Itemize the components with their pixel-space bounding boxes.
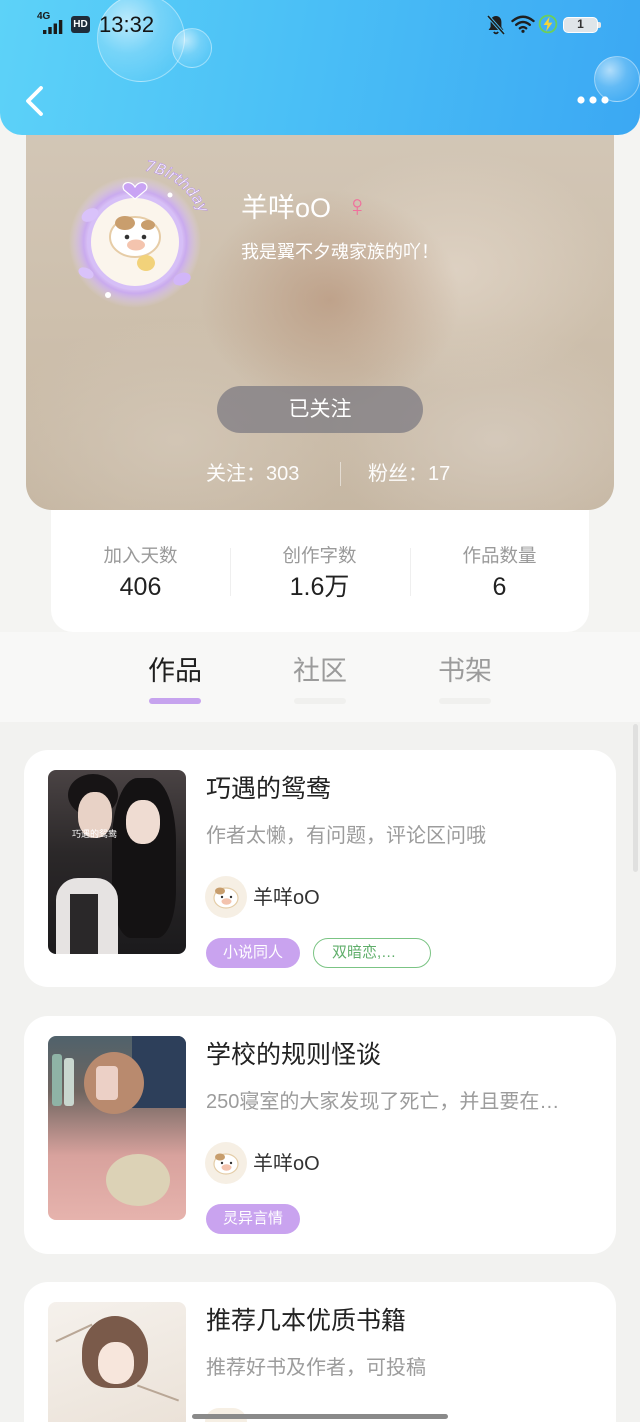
tag: 小说同人 <box>206 938 300 968</box>
user-bio: 我是翼不夕魂家族的吖！ <box>241 242 439 262</box>
tab-bookshelf[interactable]: 书架 <box>415 652 515 690</box>
stat-label: 加入天数 <box>103 545 178 566</box>
profile-page: 4G HD 13:32 1 7Birthday 羊咩oO ♀ 我是翼不夕魂家族的… <box>0 0 640 1422</box>
stat-join-days: 加入天数 406 <box>51 505 230 632</box>
hd-icon: HD <box>71 16 90 33</box>
work-card[interactable]: 巧遇的鸳鸯 巧遇的鸳鸯 作者太懒，有问题，评论区问哦 羊咩oO 小说同人 双暗恋… <box>24 750 616 987</box>
more-options-button[interactable] <box>574 92 612 108</box>
work-title: 推荐几本优质书籍 <box>206 1307 407 1335</box>
stat-label: 创作字数 <box>282 545 357 566</box>
chevron-left-icon <box>26 86 43 116</box>
stat-value: 1.6万 <box>289 573 350 601</box>
work-cover-image <box>48 1302 186 1422</box>
stats-card: 加入天数 406 创作字数 1.6万 作品数量 6 <box>51 505 589 632</box>
following-status-button[interactable]: 已关注 <box>217 386 423 433</box>
stat-word-count: 创作字数 1.6万 <box>230 505 409 632</box>
bell-off-icon <box>486 14 506 36</box>
tab-indicator <box>149 698 201 704</box>
tag: 双暗恋,… <box>313 938 431 968</box>
cover-shape <box>98 1342 134 1384</box>
battery-tip <box>598 22 601 28</box>
stat-value: 6 <box>492 573 507 601</box>
stat-value: 406 <box>119 573 162 601</box>
charging-icon <box>538 14 558 34</box>
profile-card: 7Birthday 羊咩oO ♀ 我是翼不夕魂家族的吖！ 已关注 关注：303 … <box>26 110 614 510</box>
work-card[interactable]: 学校的规则怪谈 250寝室的大家发现了死亡，并且要在… 羊咩oO 灵异言情 <box>24 1016 616 1254</box>
fans-count[interactable]: 粉丝：17 <box>368 462 450 486</box>
cover-shape <box>106 1154 170 1206</box>
clock: 13:32 <box>99 12 155 37</box>
work-description: 作者太懒，有问题，评论区问哦 <box>206 825 486 847</box>
stat-label: 作品数量 <box>462 545 537 566</box>
work-cover-image: 巧遇的鸳鸯 <box>48 770 186 954</box>
author-name[interactable]: 羊咩oO <box>253 1150 320 1178</box>
tag: 灵异言情 <box>206 1204 300 1234</box>
author-name[interactable]: 羊咩oO <box>253 884 320 912</box>
cover-shape <box>64 1058 74 1106</box>
home-indicator[interactable] <box>192 1414 448 1419</box>
work-description: 推荐好书及作者，可投稿 <box>206 1357 426 1379</box>
more-dots-icon <box>577 96 609 104</box>
cover-shape <box>126 800 160 844</box>
female-gender-icon: ♀ <box>346 190 369 223</box>
stat-works-count: 作品数量 6 <box>410 505 589 632</box>
work-cover-image <box>48 1036 186 1220</box>
following-count[interactable]: 关注：303 <box>206 462 299 486</box>
cover-shape <box>70 894 98 954</box>
cover-caption: 巧遇的鸳鸯 <box>72 829 118 839</box>
divider <box>340 462 341 486</box>
bubble-decoration <box>172 28 212 68</box>
cover-shape <box>136 1384 180 1402</box>
author-avatar[interactable] <box>205 1142 247 1184</box>
back-button[interactable] <box>22 84 50 118</box>
work-description: 250寝室的大家发现了死亡，并且要在… <box>206 1091 560 1113</box>
user-name: 羊咩oO <box>241 193 332 223</box>
tab-community[interactable]: 社区 <box>270 652 370 690</box>
tab-works[interactable]: 作品 <box>125 652 225 690</box>
tab-underline <box>294 698 346 704</box>
cover-shape <box>52 1054 62 1106</box>
avatar[interactable]: 7Birthday <box>50 155 220 325</box>
author-avatar[interactable] <box>205 876 247 918</box>
tab-underline <box>439 698 491 704</box>
battery-icon: 1 <box>563 17 598 33</box>
tab-bar: 作品 社区 书架 <box>0 632 640 722</box>
header-bar: 4G HD 13:32 1 <box>0 0 640 135</box>
work-title: 巧遇的鸳鸯 <box>206 775 332 803</box>
work-card[interactable]: 推荐几本优质书籍 推荐好书及作者，可投稿 <box>24 1282 616 1422</box>
work-title: 学校的规则怪谈 <box>206 1041 382 1069</box>
wifi-icon <box>511 15 535 33</box>
battery-level: 1 <box>577 17 584 31</box>
cover-shape <box>96 1066 118 1100</box>
signal-icon <box>43 20 63 34</box>
scrollbar[interactable] <box>633 724 638 872</box>
